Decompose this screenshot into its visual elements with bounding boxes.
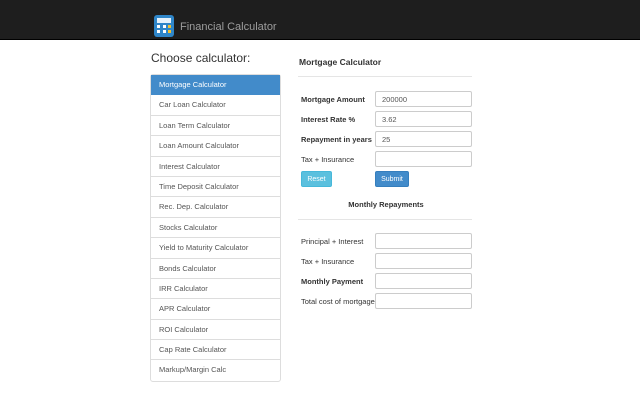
sidebar-item-mortgage[interactable]: Mortgage Calculator	[151, 75, 280, 96]
total-cost-label: Total cost of mortgage	[301, 297, 375, 306]
interest-rate-input[interactable]	[375, 111, 472, 127]
submit-button[interactable]: Submit	[375, 171, 409, 187]
sidebar-item-stocks[interactable]: Stocks Calculator	[151, 218, 280, 239]
monthly-payment-label: Monthly Payment	[301, 277, 364, 286]
principal-interest-output[interactable]	[375, 233, 472, 249]
sidebar-item-irr[interactable]: IRR Calculator	[151, 279, 280, 300]
sidebar-item-apr[interactable]: APR Calculator	[151, 299, 280, 320]
divider	[298, 219, 472, 220]
principal-interest-label: Principal + Interest	[301, 237, 364, 246]
app-title[interactable]: Financial Calculator	[180, 21, 277, 33]
divider	[298, 76, 472, 77]
result-tax-insurance-label: Tax + Insurance	[301, 257, 355, 266]
sidebar-item-cap-rate[interactable]: Cap Rate Calculator	[151, 340, 280, 361]
tax-insurance-label: Tax + Insurance	[301, 155, 355, 164]
tax-insurance-input[interactable]	[375, 151, 472, 167]
sidebar-item-markup-margin[interactable]: Markup/Margin Calc	[151, 360, 280, 380]
top-navbar: Financial Calculator	[0, 0, 640, 40]
reset-button[interactable]: Reset	[301, 171, 332, 187]
sidebar-item-roi[interactable]: ROI Calculator	[151, 320, 280, 341]
repayment-years-input[interactable]	[375, 131, 472, 147]
sidebar-item-interest[interactable]: Interest Calculator	[151, 157, 280, 177]
mortgage-amount-label: Mortgage Amount	[301, 95, 365, 104]
result-tax-insurance-output[interactable]	[375, 253, 472, 269]
sidebar-item-time-deposit[interactable]: Time Deposit Calculator	[151, 177, 280, 198]
total-cost-output[interactable]	[375, 293, 472, 309]
sidebar-item-rec-dep[interactable]: Rec. Dep. Calculator	[151, 197, 280, 218]
sidebar-item-loan-term[interactable]: Loan Term Calculator	[151, 116, 280, 137]
calculator-list: Mortgage Calculator Car Loan Calculator …	[150, 74, 281, 382]
sidebar-item-yield-to-maturity[interactable]: Yield to Maturity Calculator	[151, 238, 280, 259]
repayment-years-label: Repayment in years	[301, 135, 372, 144]
sidebar-item-bonds[interactable]: Bonds Calculator	[151, 259, 280, 279]
monthly-payment-output[interactable]	[375, 273, 472, 289]
sidebar-title: Choose calculator:	[151, 51, 251, 65]
form-title: Mortgage Calculator	[299, 57, 382, 67]
sidebar-item-loan-amount[interactable]: Loan Amount Calculator	[151, 136, 280, 157]
monthly-repayments-heading: Monthly Repayments	[348, 200, 424, 209]
interest-rate-label: Interest Rate %	[301, 115, 356, 124]
sidebar-item-car-loan[interactable]: Car Loan Calculator	[151, 95, 280, 116]
calculator-icon	[154, 15, 174, 37]
mortgage-amount-input[interactable]	[375, 91, 472, 107]
